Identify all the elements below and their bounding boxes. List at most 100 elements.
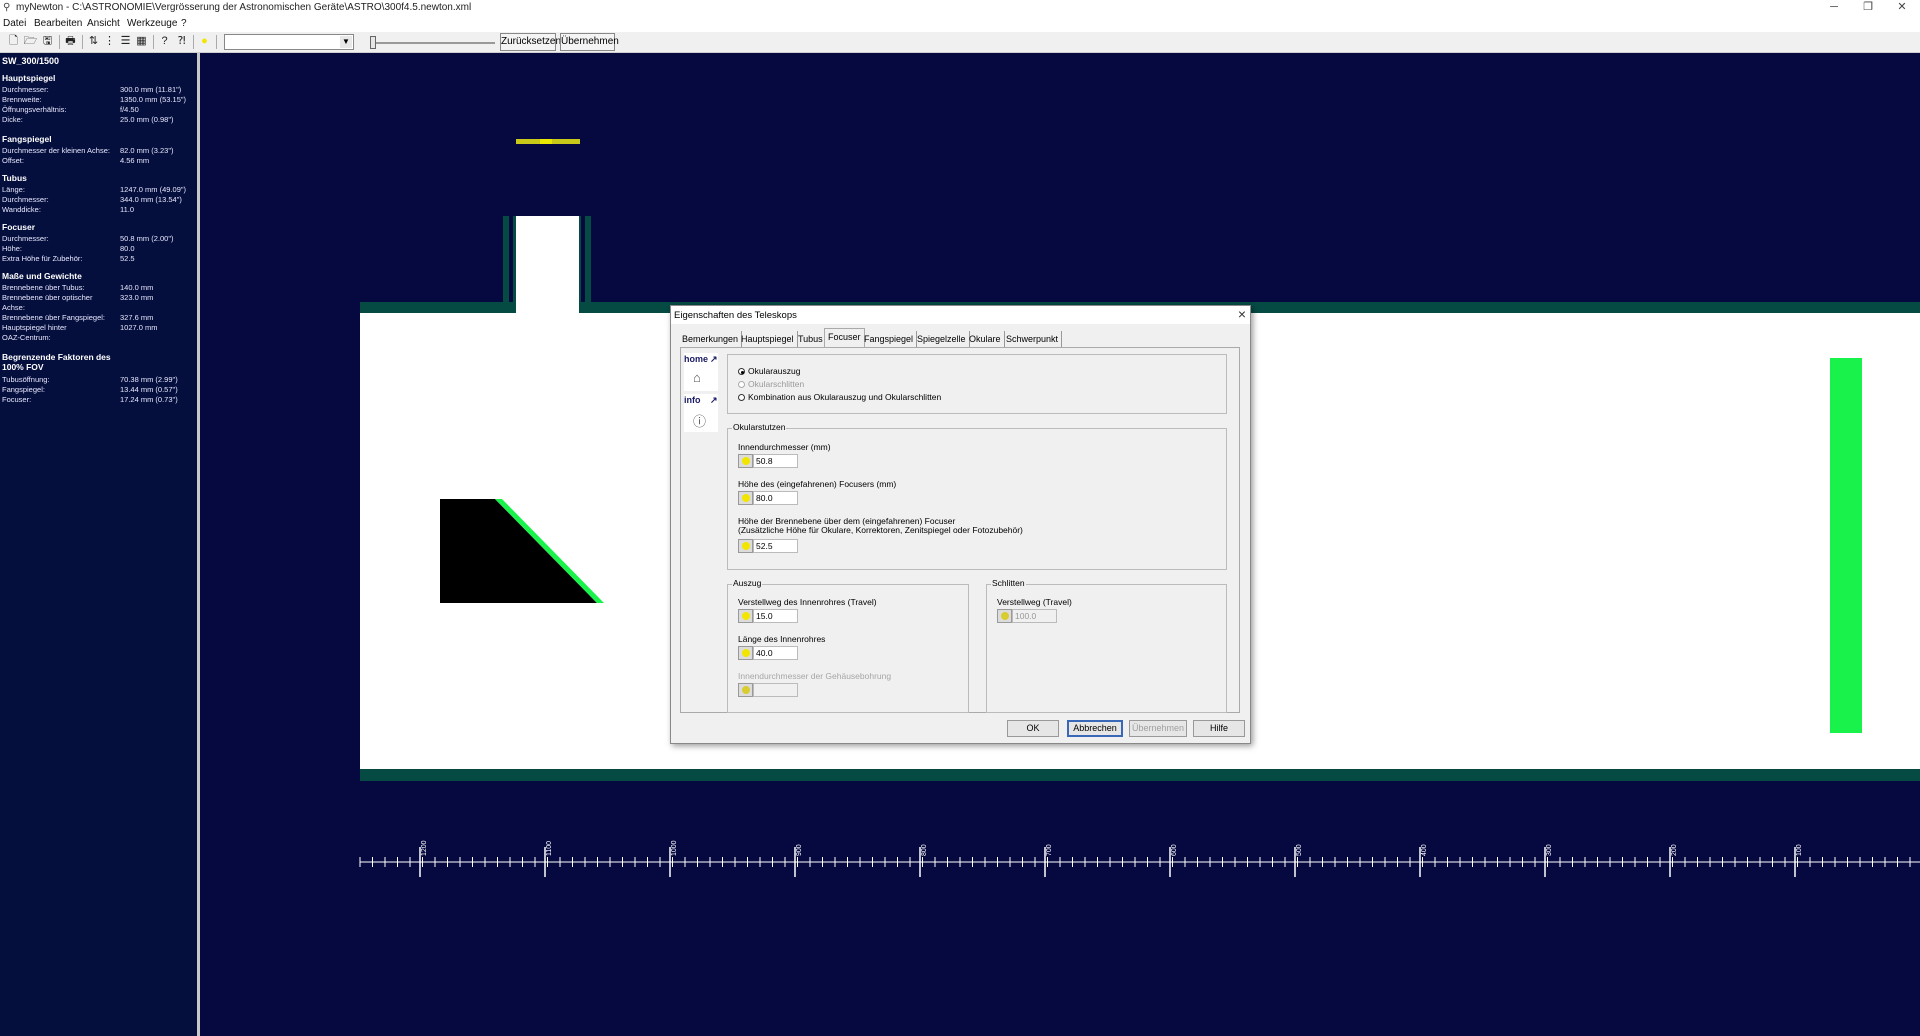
apply-button: Übernehmen	[1129, 720, 1187, 737]
info-label: Brennweite:	[2, 95, 42, 104]
sort-icon[interactable]: ⇅	[86, 34, 101, 49]
yellow-dot-icon	[997, 609, 1012, 623]
length-ruler: 1200 1100 1000 900 800 700 600 500 400 300 200 100	[359, 840, 1920, 877]
menu-werkzeuge[interactable]: Werkzeuge	[127, 18, 177, 29]
section-title: Begrenzende Faktoren des 100% FOV	[2, 352, 111, 372]
height-field[interactable]: 80.0	[738, 491, 798, 505]
ruler-label: 700	[1046, 844, 1053, 856]
open-folder-icon[interactable]: 🗁	[23, 34, 38, 49]
menu-bearbeiten[interactable]: Bearbeiten	[34, 18, 82, 29]
context-help-icon[interactable]: ⁈	[174, 34, 189, 49]
info-label: Hauptspiegel hinter	[2, 323, 67, 332]
save-icon[interactable]: 🖫	[40, 34, 55, 49]
window-titlebar: ⚲ myNewton - C:\ASTRONOMIE\Vergrösserung…	[0, 0, 1920, 16]
close-window-button[interactable]: ✕	[1882, 0, 1920, 16]
radio-kombination[interactable]: Kombination aus Okularauszug und Okulars…	[738, 392, 941, 402]
info-label: Focuser:	[2, 395, 32, 404]
info-value: 50.8 mm (2.00")	[120, 234, 174, 243]
tab-bemerkungen[interactable]: Bemerkungen	[679, 331, 743, 347]
tab-tubus[interactable]: Tubus	[795, 331, 827, 347]
info-label: Durchmesser:	[2, 195, 49, 204]
info-value: 1027.0 mm	[120, 323, 158, 332]
apply-toolbar-button[interactable]: Übernehmen	[560, 33, 619, 51]
info-label: Durchmesser:	[2, 234, 49, 243]
tab-focuser[interactable]: Focuser	[824, 328, 865, 347]
ruler-label: 500	[1296, 844, 1303, 856]
inner-diameter-field[interactable]: 50.8	[738, 454, 798, 468]
travel-field[interactable]: 15.0	[738, 609, 798, 623]
yellow-dot-icon[interactable]	[738, 454, 753, 468]
info-value: 80.0	[120, 244, 135, 253]
arrow-icon: ↗	[710, 354, 718, 364]
yellow-dot-icon[interactable]	[738, 609, 753, 623]
radio-dot	[738, 394, 745, 401]
schlitten-group: Schlitten Verstellweg (Travel) 100.0	[986, 578, 1227, 713]
tube-opening	[516, 302, 579, 313]
info-value: 82.0 mm (3.23")	[120, 146, 174, 155]
ok-button[interactable]: OK	[1007, 720, 1059, 737]
list-view-icon[interactable]: ☰	[118, 34, 133, 49]
menu-ansicht[interactable]: Ansicht	[87, 18, 120, 29]
focal-height-input[interactable]: 52.5	[753, 539, 798, 553]
auszug-group: Auszug Verstellweg des Innenrohres (Trav…	[727, 578, 969, 713]
window-title: myNewton - C:\ASTRONOMIE\Vergrösserung d…	[16, 2, 472, 13]
info-label: Dicke:	[2, 115, 23, 124]
tree-view-icon[interactable]: ⋮	[102, 34, 117, 49]
tube-wall-bottom	[360, 769, 1920, 781]
tab-okulare[interactable]: Okulare	[966, 331, 1005, 347]
inner-tube-length-input[interactable]: 40.0	[753, 646, 798, 660]
new-file-icon[interactable]: 🗋	[6, 34, 21, 49]
info-label: OAZ-Centrum:	[2, 333, 51, 342]
group-title: Schlitten	[991, 578, 1026, 588]
focal-height-field[interactable]: 52.5	[738, 539, 798, 553]
app-icon: ⚲	[3, 2, 11, 13]
info-value: 70.38 mm (2.99")	[120, 375, 178, 384]
tab-schwerpunkt[interactable]: Schwerpunkt	[1003, 331, 1063, 347]
slide-travel-field: 100.0	[997, 609, 1057, 623]
info-label: Länge:	[2, 185, 25, 194]
chevron-down-icon[interactable]: ▼	[340, 36, 352, 48]
zoom-slider[interactable]	[370, 35, 495, 49]
help-button[interactable]: Hilfe	[1193, 720, 1245, 737]
radio-okularschlitten: Okularschlitten	[738, 379, 804, 389]
ruler-label: 600	[1171, 844, 1178, 856]
travel-input[interactable]: 15.0	[753, 609, 798, 623]
grid-view-icon[interactable]: ▦	[134, 34, 149, 49]
help-icon[interactable]: ?	[157, 34, 172, 49]
arrow-icon: ↗	[710, 395, 718, 405]
height-input[interactable]: 80.0	[753, 491, 798, 505]
ruler-label: 1100	[546, 841, 553, 856]
close-icon[interactable]: ×	[1238, 306, 1246, 322]
radio-dot	[738, 368, 745, 375]
yellow-dot-icon[interactable]	[738, 646, 753, 660]
info-value: 140.0 mm	[120, 283, 154, 292]
view-combobox[interactable]: ▼	[224, 34, 354, 50]
print-icon[interactable]: 🖶	[63, 34, 78, 49]
info-label: Brennebene über Tubus:	[2, 283, 85, 292]
slider-thumb[interactable]	[370, 36, 376, 49]
tab-spiegelzelle[interactable]: Spiegelzelle	[914, 331, 970, 347]
info-label: Durchmesser:	[2, 85, 49, 94]
inner-diameter-label: Innendurchmesser (mm)	[738, 442, 831, 452]
group-title: Auszug	[732, 578, 763, 588]
sun-icon[interactable]: ●	[197, 34, 212, 49]
info-panel: SW_300/1500 Hauptspiegel Durchmesser: 30…	[0, 53, 197, 1036]
reset-button[interactable]: Zurücksetzen	[500, 33, 561, 51]
info-label: Brennebene über optischer	[2, 293, 93, 302]
menu-bar: Datei Bearbeiten Ansicht Werkzeuge ?	[0, 16, 1920, 32]
cancel-button[interactable]: Abbrechen	[1067, 720, 1123, 737]
toolbar-separator	[82, 35, 83, 49]
tab-fangspiegel[interactable]: Fangspiegel	[861, 331, 918, 347]
home-button[interactable]: home ↗ ⌂	[684, 353, 718, 391]
tab-hauptspiegel[interactable]: Hauptspiegel	[738, 331, 798, 347]
height-label: Höhe des (eingefahrenen) Focusers (mm)	[738, 479, 897, 489]
radio-okularauszug[interactable]: Okularauszug	[738, 366, 800, 376]
inner-diameter-input[interactable]: 50.8	[753, 454, 798, 468]
ruler-label: 900	[796, 844, 803, 856]
yellow-dot-icon[interactable]	[738, 539, 753, 553]
menu-datei[interactable]: Datei	[3, 18, 26, 29]
inner-tube-length-field[interactable]: 40.0	[738, 646, 798, 660]
info-button[interactable]: info ↗ ⓘ	[684, 394, 718, 432]
menu-help[interactable]: ?	[181, 18, 187, 29]
yellow-dot-icon[interactable]	[738, 491, 753, 505]
